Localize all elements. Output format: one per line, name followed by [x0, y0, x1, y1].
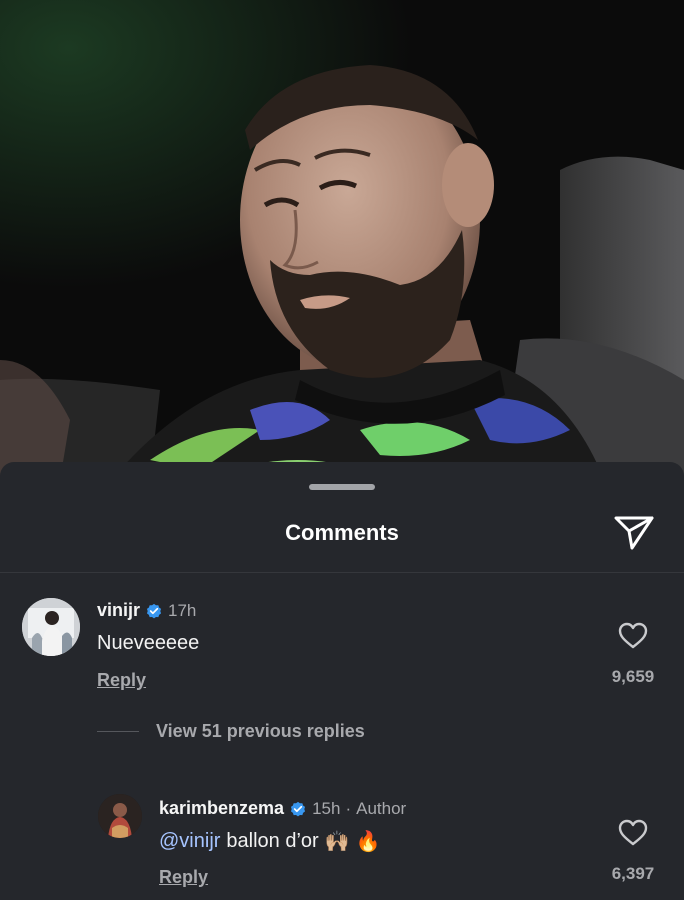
like-button[interactable]: [618, 819, 648, 847]
raising-hands-emoji: 🙌🏼: [324, 831, 350, 853]
reply-body: ballon d’or: [226, 830, 319, 852]
heart-outline-icon: [618, 819, 648, 846]
fire-emoji: 🔥: [355, 831, 381, 853]
reply-time: 15h: [312, 798, 341, 818]
share-button[interactable]: [612, 512, 656, 552]
drag-handle[interactable]: [309, 484, 375, 490]
replies-divider-line: [97, 731, 139, 732]
sheet-divider: [0, 572, 684, 573]
reply-header: karimbenzema 15h · Author: [159, 798, 406, 819]
heart-outline-icon: [618, 622, 648, 649]
sheet-title: Comments: [285, 520, 399, 545]
avatar[interactable]: [98, 794, 142, 838]
like-count: 9,659: [611, 667, 655, 686]
author-label: Author: [356, 798, 407, 818]
comments-sheet: Comments vinijr 17h Nueveeeee Reply 9,65…: [0, 462, 684, 900]
avatar-image: [98, 794, 142, 838]
paper-plane-icon: [614, 516, 654, 550]
reply-button[interactable]: Reply: [159, 867, 208, 888]
like-count: 6,397: [611, 864, 655, 883]
comment-text: Nueveeeee: [97, 632, 200, 654]
mention-link[interactable]: @vinijr: [159, 830, 220, 853]
avatar-image: [22, 598, 80, 656]
separator-dot: ·: [345, 798, 352, 818]
view-previous-replies-button[interactable]: View 51 previous replies: [156, 721, 365, 742]
avatar[interactable]: [22, 598, 80, 656]
reply-button[interactable]: Reply: [97, 670, 146, 691]
username[interactable]: vinijr: [97, 600, 140, 621]
reply-text: @vinijr ballon d’or 🙌🏼 🔥: [159, 829, 381, 854]
comment-header: vinijr 17h: [97, 600, 196, 621]
post-photo: [0, 0, 684, 480]
comment-time: 17h: [168, 600, 197, 620]
like-button[interactable]: [618, 622, 648, 650]
verified-badge-icon: [291, 801, 306, 816]
selfie-image: [0, 0, 684, 480]
verified-badge-icon: [146, 603, 162, 618]
username[interactable]: karimbenzema: [159, 798, 284, 819]
